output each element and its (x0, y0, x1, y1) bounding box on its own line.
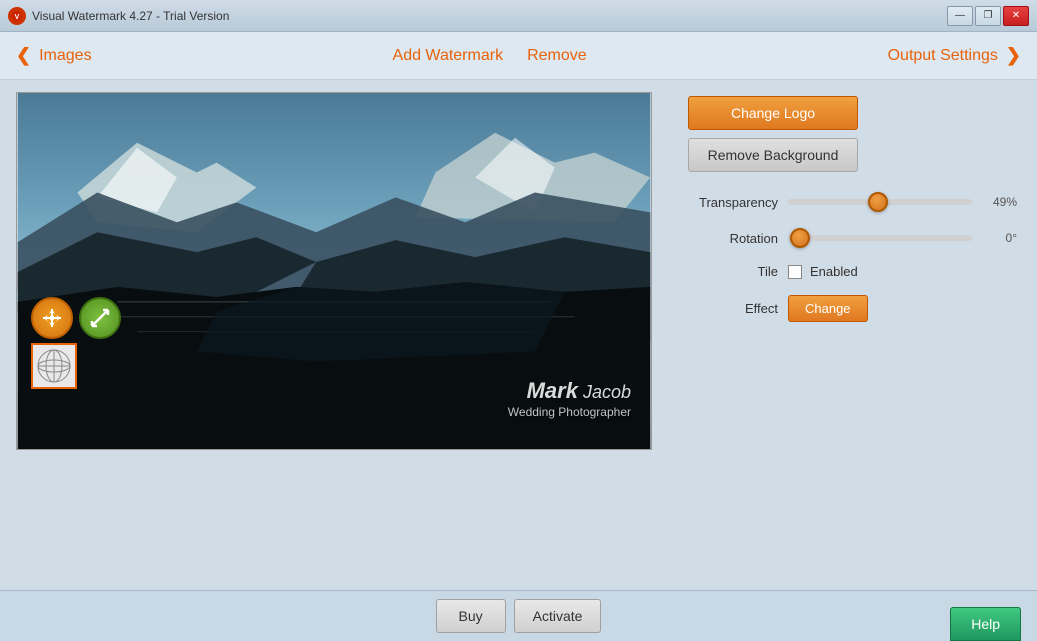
rotation-track (788, 235, 972, 241)
output-settings-nav-link[interactable]: Output Settings (888, 47, 998, 65)
change-logo-button[interactable]: Change Logo (688, 96, 858, 130)
rotation-row: Rotation 0° (688, 228, 1017, 248)
title-bar: V Visual Watermark 4.27 - Trial Version … (0, 0, 1037, 32)
forward-arrow-icon: ❯ (1006, 45, 1021, 66)
window-controls: — ❐ ✕ (947, 6, 1029, 26)
rotation-label: Rotation (688, 231, 778, 246)
watermark-normal: Jacob (578, 382, 631, 402)
nav-back[interactable]: ❮ Images (16, 45, 92, 66)
svg-text:V: V (15, 14, 20, 21)
transparency-fill (788, 199, 878, 205)
buy-button[interactable]: Buy (436, 599, 506, 633)
image-area: Mark Jacob Wedding Photographer (0, 80, 668, 590)
panel-buttons: Change Logo Remove Background (688, 96, 1017, 172)
effect-label: Effect (688, 301, 778, 316)
tile-label: Tile (688, 264, 778, 279)
help-button[interactable]: Help (950, 607, 1021, 641)
overlay-icons (31, 297, 121, 339)
back-arrow-icon: ❮ (16, 45, 31, 66)
watermark-bold: Mark (527, 378, 578, 403)
transparency-track (788, 199, 972, 205)
main-content: Mark Jacob Wedding Photographer Change L… (0, 80, 1037, 590)
rotation-slider[interactable] (788, 228, 972, 248)
bottom-right: Help (941, 591, 1021, 641)
activate-button[interactable]: Activate (514, 599, 602, 633)
close-button[interactable]: ✕ (1003, 6, 1029, 26)
tile-row: Tile Enabled (688, 264, 1017, 279)
add-watermark-nav-link[interactable]: Add Watermark (393, 47, 504, 65)
image-container: Mark Jacob Wedding Photographer (16, 92, 652, 450)
move-icon[interactable] (31, 297, 73, 339)
transparency-thumb[interactable] (868, 192, 888, 212)
tile-enabled-label: Enabled (810, 264, 858, 279)
effect-row: Effect Change (688, 295, 1017, 322)
minimize-button[interactable]: — (947, 6, 973, 26)
transparency-slider[interactable] (788, 192, 972, 212)
right-panel: Change Logo Remove Background Transparen… (668, 80, 1037, 590)
title-bar-left: V Visual Watermark 4.27 - Trial Version (8, 7, 229, 25)
tile-checkbox[interactable] (788, 265, 802, 279)
resize-icon[interactable] (79, 297, 121, 339)
app-icon: V (8, 7, 26, 25)
watermark-name: Mark Jacob (508, 377, 631, 406)
transparency-label: Transparency (688, 195, 778, 210)
tile-checkbox-container[interactable]: Enabled (788, 264, 858, 279)
nav-bar: ❮ Images Add Watermark Remove Output Set… (0, 32, 1037, 80)
rotation-thumb[interactable] (790, 228, 810, 248)
bottom-center-buttons: Buy Activate (436, 599, 602, 633)
image-overlay-controls (31, 297, 121, 389)
nav-forward[interactable]: Output Settings ❯ (888, 45, 1021, 66)
remove-background-button[interactable]: Remove Background (688, 138, 858, 172)
watermark-subtitle: Wedding Photographer (508, 405, 631, 421)
images-nav-link[interactable]: Images (39, 47, 91, 65)
logo-thumbnail[interactable] (31, 343, 77, 389)
title-text: Visual Watermark 4.27 - Trial Version (32, 9, 229, 23)
transparency-value: 49% (982, 195, 1017, 209)
restore-button[interactable]: ❐ (975, 6, 1001, 26)
change-effect-button[interactable]: Change (788, 295, 868, 322)
remove-nav-link[interactable]: Remove (527, 47, 587, 65)
watermark-overlay: Mark Jacob Wedding Photographer (508, 377, 631, 421)
rotation-value: 0° (982, 231, 1017, 245)
nav-center: Add Watermark Remove (393, 47, 587, 65)
bottom-bar: Buy Activate Help (0, 590, 1037, 640)
transparency-row: Transparency 49% (688, 192, 1017, 212)
